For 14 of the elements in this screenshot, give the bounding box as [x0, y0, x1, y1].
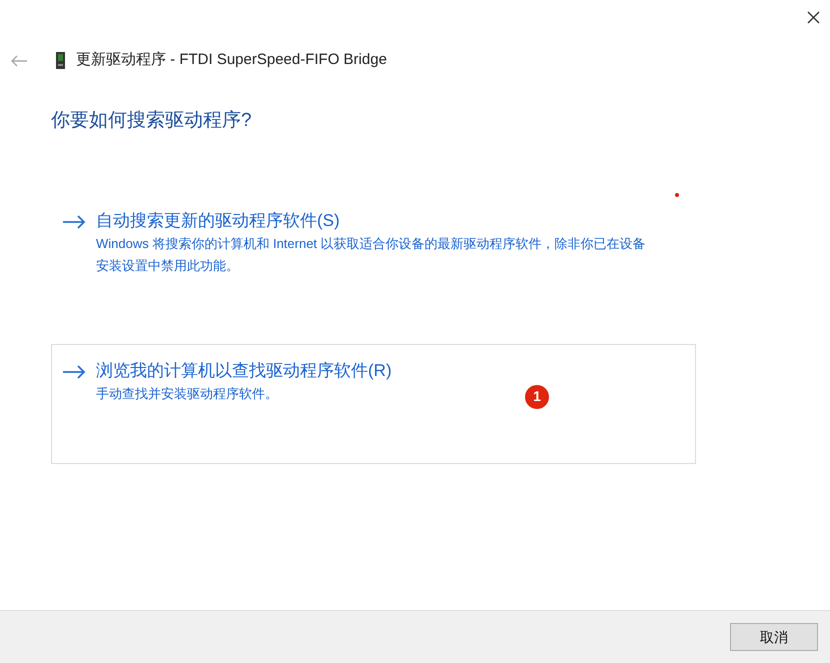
step-badge: 1 — [525, 384, 549, 408]
option-link[interactable]: 自动搜索更新的驱动程序软件(S) Windows 将搜索你的计算机和 Internet 以获取适合你设备的最新驱动程序软件，除非你已在设备安装设置中禁用此功能。 — [51, 194, 696, 282]
option-description: 手动查找并安装驱动程序软件。 — [96, 384, 278, 402]
arrow-icon — [62, 364, 86, 378]
option-title: 自动搜索更新的驱动程序软件(S) — [96, 210, 341, 232]
option-link[interactable]: 浏览我的计算机以查找驱动程序软件(R) 手动查找并安装驱动程序软件。 1 — [51, 344, 696, 464]
device-icon — [56, 52, 65, 69]
option-description: Windows 将搜索你的计算机和 Internet 以获取适合你设备的最新驱动程序软件，除非你已在设备安装设置中禁用此功能。 — [96, 234, 647, 274]
page-heading: 你要如何搜索驱动程序? — [51, 109, 253, 133]
arrow-icon — [62, 214, 86, 228]
close-icon[interactable] — [807, 11, 820, 24]
option-title: 浏览我的计算机以查找驱动程序软件(R) — [96, 360, 392, 382]
window-title: 更新驱动程序 - FTDI SuperSpeed-FIFO Bridge — [76, 50, 387, 70]
cancel-button[interactable]: 取消 — [730, 623, 818, 651]
